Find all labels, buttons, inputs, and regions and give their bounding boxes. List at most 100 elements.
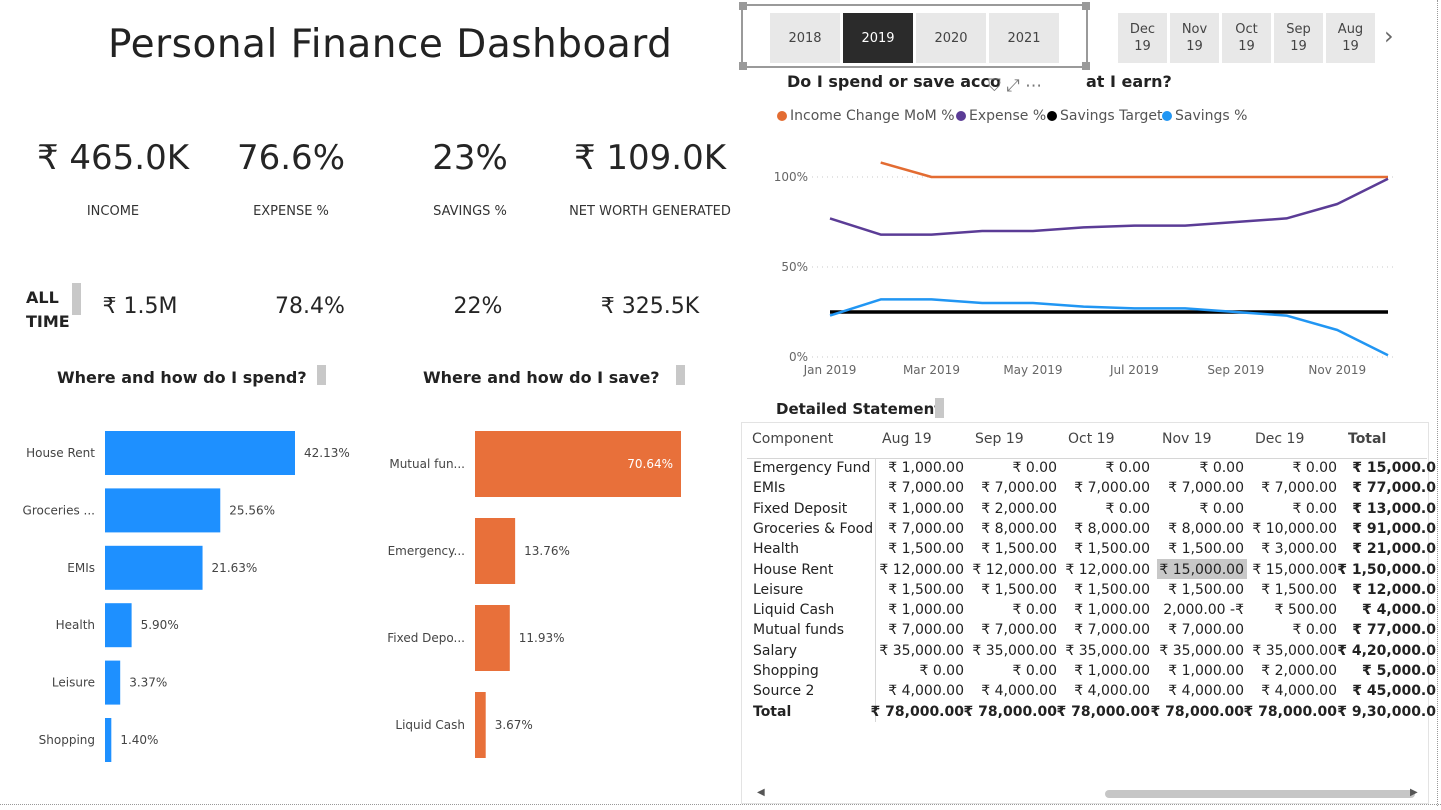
- row-label: Leisure: [753, 582, 804, 598]
- data-label: 70.64%: [627, 457, 673, 471]
- resize-handle[interactable]: [1082, 2, 1090, 10]
- bar: [105, 718, 112, 762]
- all-time-networth-value: ₹ 325.5K: [600, 294, 700, 319]
- spend-bar-chart: House Rent 42.13% Groceries ... 25.56% EMIs 2…: [23, 431, 350, 762]
- table-cell: ₹ 45,000.0: [1352, 683, 1436, 699]
- table-cell: ₹ 1,50,000.0: [1337, 562, 1436, 578]
- all-time-label-line1: ALL: [26, 288, 59, 307]
- spend-section-handle[interactable]: [317, 365, 326, 385]
- legend-label: Savings Target: [1060, 108, 1163, 124]
- line-chart-title-start: Do I spend or save acco: [787, 72, 1001, 91]
- row-label: Health: [753, 541, 799, 557]
- row-label: Source 2: [753, 683, 815, 699]
- x-tick-label: Sep 2019: [1207, 363, 1264, 377]
- month-button-oct[interactable]: Oct 19: [1222, 13, 1271, 63]
- all-time-expense-value: 78.4%: [275, 294, 345, 319]
- legend-income[interactable]: Income Change MoM %: [777, 108, 955, 124]
- bar: [105, 545, 203, 590]
- category-label: Health: [56, 618, 95, 632]
- all-time-savings-value: 22%: [453, 294, 503, 319]
- table-cell: ₹ 12,000.0: [1352, 582, 1436, 598]
- data-label: 25.56%: [229, 503, 275, 517]
- series-line-3: [829, 298, 1389, 357]
- month-year: 19: [1290, 39, 1307, 54]
- horizontal-scrollbar-thumb[interactable]: [1105, 790, 1415, 798]
- table-cell: ₹ 15,000.0: [1352, 460, 1436, 476]
- legend-label: Savings %: [1175, 108, 1248, 124]
- month-year: 19: [1238, 39, 1255, 54]
- month-year: 19: [1186, 39, 1203, 54]
- year-button-2020[interactable]: 2020: [916, 13, 986, 63]
- y-tick-label: 100%: [774, 170, 808, 184]
- data-label: 3.37%: [129, 676, 167, 690]
- line-chart-title: Do I spend or save acco: [787, 72, 1001, 91]
- resize-handle[interactable]: [739, 62, 747, 70]
- month-year: 19: [1342, 39, 1359, 54]
- data-label: 13.76%: [524, 544, 570, 558]
- year-button-2019[interactable]: 2019: [843, 13, 913, 63]
- month-button-dec[interactable]: Dec 19: [1118, 13, 1167, 63]
- year-button-2021[interactable]: 2021: [989, 13, 1059, 63]
- save-section-handle[interactable]: [676, 365, 685, 385]
- canvas-border: [0, 804, 1441, 806]
- chevron-right-icon[interactable]: ›: [1384, 22, 1394, 50]
- table-cell: ₹ 13,000.0: [1352, 501, 1436, 517]
- y-tick-label: 0%: [789, 350, 808, 364]
- resize-handle[interactable]: [1082, 62, 1090, 70]
- column-header: Dec 19: [1255, 431, 1305, 447]
- month-name: Dec: [1129, 22, 1156, 37]
- data-label: 1.40%: [120, 733, 158, 747]
- data-label: 11.93%: [519, 631, 565, 645]
- legend-label: Expense %: [969, 108, 1047, 124]
- month-button-sep[interactable]: Sep 19: [1274, 13, 1323, 63]
- save-section-title: Where and how do I save?: [423, 368, 660, 387]
- all-time-label: ALL TIME: [26, 286, 70, 334]
- legend-dot-icon: [956, 111, 966, 121]
- table-cell: ₹ 77,000.0: [1352, 480, 1436, 496]
- category-label: Shopping: [39, 733, 95, 747]
- table-handle[interactable]: [935, 398, 944, 418]
- category-label: Mutual fun...: [389, 457, 465, 471]
- data-label: 42.13%: [304, 446, 350, 460]
- month-button-nov[interactable]: Nov 19: [1170, 13, 1219, 63]
- resize-handle[interactable]: [739, 2, 747, 10]
- total-row-label: Total: [753, 704, 792, 720]
- all-time-label-line2: TIME: [26, 312, 70, 331]
- legend-savings-target[interactable]: Savings Target: [1047, 108, 1162, 124]
- row-label: EMIs: [753, 480, 786, 496]
- save-bar-chart: Mutual fun... 70.64% Emergency... 13.76% Fix…: [387, 431, 681, 758]
- series-line-1: [829, 177, 1389, 236]
- scroll-right-icon[interactable]: ▶: [1410, 787, 1418, 798]
- month-name: Sep: [1286, 22, 1311, 37]
- kpi-income-label: INCOME: [86, 204, 140, 219]
- table-cell: ₹ 21,000.0: [1352, 541, 1436, 557]
- kpi-savings-value: 23%: [432, 138, 508, 178]
- kpi-networth-value: ₹ 109.0K: [573, 138, 727, 178]
- kpi-expense-label: EXPENSE %: [253, 204, 329, 219]
- legend-expense[interactable]: Expense %: [956, 108, 1046, 124]
- scroll-left-icon[interactable]: ◀: [757, 787, 765, 798]
- y-tick-label: 50%: [781, 260, 808, 274]
- kpi-savings-label: SAVINGS %: [433, 204, 507, 219]
- bar: [475, 518, 516, 584]
- legend-dot-icon: [1047, 111, 1057, 121]
- category-label: Groceries ...: [23, 503, 95, 517]
- category-label: Emergency...: [388, 544, 465, 558]
- category-label: Leisure: [52, 676, 95, 690]
- visual-header-icons[interactable]: ⛉ ⤢ ⋯: [988, 76, 1042, 96]
- page-title: Personal Finance Dashboard: [108, 22, 673, 67]
- table-cell: ₹ 4,20,000.0: [1337, 643, 1436, 659]
- table-cell: ₹ 5,000.0: [1362, 663, 1436, 679]
- year-button-2018[interactable]: 2018: [770, 13, 840, 63]
- month-button-aug[interactable]: Aug 19: [1326, 13, 1375, 63]
- category-label: Liquid Cash: [395, 718, 465, 732]
- row-label: Salary: [753, 643, 797, 659]
- column-header: Component: [752, 431, 834, 447]
- row-label: Mutual funds: [753, 622, 845, 638]
- x-tick-label: Mar 2019: [903, 363, 960, 377]
- legend-label: Income Change MoM %: [790, 108, 955, 124]
- category-label: Fixed Depo...: [387, 631, 465, 645]
- legend-savings[interactable]: Savings %: [1162, 108, 1247, 124]
- all-time-income-value: ₹ 1.5M: [102, 294, 178, 319]
- spend-section-title: Where and how do I spend?: [57, 368, 307, 387]
